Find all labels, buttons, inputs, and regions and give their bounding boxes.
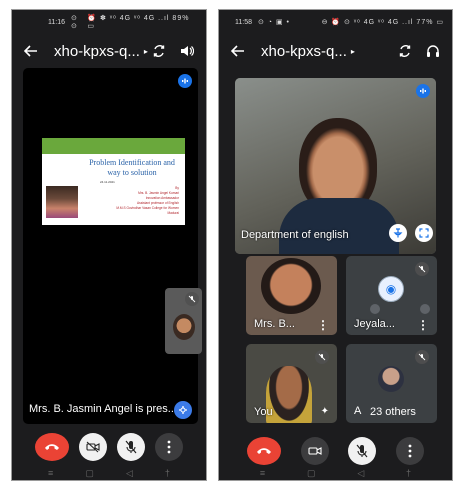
call-controls [219,434,452,468]
meeting-code[interactable]: xho-kpxs-q... [54,43,140,60]
slide-title: Problem Identification and way to soluti… [89,158,175,177]
status-time: 11:16 [48,18,65,26]
status-bar: 11:58 ⊙ ◔ ▣ • ⊖ ⏰ ⊙ ᵛᵒ 4G ᵛᵒ 4G ..ıl 77%… [219,10,452,34]
back-nav-icon[interactable]: ◁ [126,468,133,479]
pin-icon[interactable] [174,401,192,419]
presenting-caption-text: Mrs. B. Jasmin Angel is pres... [29,403,177,415]
mic-off-icon [356,444,368,458]
back-arrow-icon[interactable] [229,44,247,58]
audio-level-icon [178,74,192,88]
participant-initial: A [354,405,362,417]
camera-toggle-button[interactable] [79,433,107,461]
others-tile[interactable]: A 23 others [346,344,437,423]
slide-presenter-photo [46,186,78,218]
status-time: 11:58 [235,18,252,26]
participant-video [261,258,321,314]
chevron-right-icon[interactable]: ▸ [144,47,148,56]
fullscreen-icon[interactable] [415,224,433,242]
headphones-icon[interactable] [424,44,442,58]
recents-nav-icon[interactable]: ≡ [260,468,265,478]
participant-avatar [378,366,404,392]
self-video-thumbnail [173,314,195,340]
slide-presenter-info: By Mrs. B. Jasmin Angel Kumari Innovatio… [116,186,179,215]
participant-avatar: ◉ [378,276,404,302]
meeting-top-bar: xho-kpxs-q... ▸ [12,38,206,64]
status-notification-icons: ⊙ ◔ ▣ • [258,19,290,26]
accessibility-nav-icon[interactable]: † [165,468,170,478]
camera-toggle-button[interactable] [300,437,329,465]
audio-level-icon [416,84,430,98]
self-view-tile[interactable] [165,288,202,354]
self-tile[interactable]: You ✦ [246,344,337,423]
status-notification-icons: ⊙ ⊙ [71,15,78,30]
meeting-code[interactable]: xho-kpxs-q... [261,43,347,60]
presenting-caption: Mrs. B. Jasmin Angel is pres... [23,393,198,425]
status-system-icons: ⊖ ⏰ ⊙ ᵛᵒ 4G ᵛᵒ 4G ..ıl 77% ▭ [321,19,444,26]
camera-off-icon [86,441,100,453]
shared-slide: Problem Identification and way to soluti… [42,138,185,225]
participant-name: Jeyala... [354,318,395,330]
accessibility-nav-icon[interactable]: † [406,468,411,478]
active-speaker-tile[interactable]: Department of english [235,78,436,254]
more-vert-icon[interactable]: ⋮ [317,318,329,332]
slide-date: 24.11.2021 [100,180,115,184]
back-nav-icon[interactable]: ◁ [357,468,364,479]
status-system-icons: ⏰ ✽ ᵛᵒ 4G ᵛᵒ 4G ..ıl 89% ▭ [87,15,190,30]
left-phone-screen: 11:16 ⊙ ⊙ ⏰ ✽ ᵛᵒ 4G ᵛᵒ 4G ..ıl 89% ▭ xho… [11,9,207,481]
back-arrow-icon[interactable] [22,44,40,58]
mic-toggle-button[interactable] [117,433,145,461]
android-nav-bar: ≡ ▢ ◁ † [12,466,206,480]
recents-nav-icon[interactable]: ≡ [48,468,53,478]
speaker-icon[interactable] [178,44,196,58]
effects-icon[interactable]: ✦ [321,406,329,417]
participant-name: Mrs. B... [254,318,295,330]
more-vert-icon [167,440,171,454]
right-phone-screen: 11:58 ⊙ ◔ ▣ • ⊖ ⏰ ⊙ ᵛᵒ 4G ᵛᵒ 4G ..ıl 77%… [218,9,453,481]
mic-off-icon [315,350,329,364]
self-name: You [254,406,273,418]
end-call-button[interactable] [35,433,69,461]
slide-header-bar [42,138,185,154]
participant-tile[interactable]: Mrs. B... ⋮ [246,256,337,335]
pin-icon[interactable] [389,224,407,242]
mic-off-icon [185,292,199,306]
mic-off-icon [415,350,429,364]
more-vert-icon[interactable]: ⋮ [417,318,429,332]
participant-tile-dots [370,304,430,314]
speaker-name-label: Department of english [241,229,349,241]
home-nav-icon[interactable]: ▢ [85,468,94,479]
meeting-top-bar: xho-kpxs-q... ▸ [219,38,452,64]
speaker-body [279,198,399,254]
camera-switch-icon[interactable] [150,44,168,58]
camera-icon [308,447,322,455]
chevron-right-icon[interactable]: ▸ [351,47,355,56]
more-options-button[interactable] [396,437,425,465]
more-options-button[interactable] [155,433,183,461]
end-call-button[interactable] [246,437,281,465]
end-call-icon [256,448,271,454]
home-nav-icon[interactable]: ▢ [307,468,316,479]
mic-off-icon [125,440,137,454]
android-nav-bar: ≡ ▢ ◁ † [219,466,452,480]
mic-toggle-button[interactable] [348,437,377,465]
camera-switch-icon[interactable] [396,44,414,58]
more-vert-icon [408,444,412,458]
participant-tile[interactable]: ◉ Jeyala... ⋮ [346,256,437,335]
others-count: 23 others [368,406,418,418]
call-controls [12,430,206,464]
presentation-tile[interactable] [23,68,198,424]
end-call-icon [45,444,59,450]
mic-off-icon [415,262,429,276]
status-bar: 11:16 ⊙ ⊙ ⏰ ✽ ᵛᵒ 4G ᵛᵒ 4G ..ıl 89% ▭ [12,10,206,34]
